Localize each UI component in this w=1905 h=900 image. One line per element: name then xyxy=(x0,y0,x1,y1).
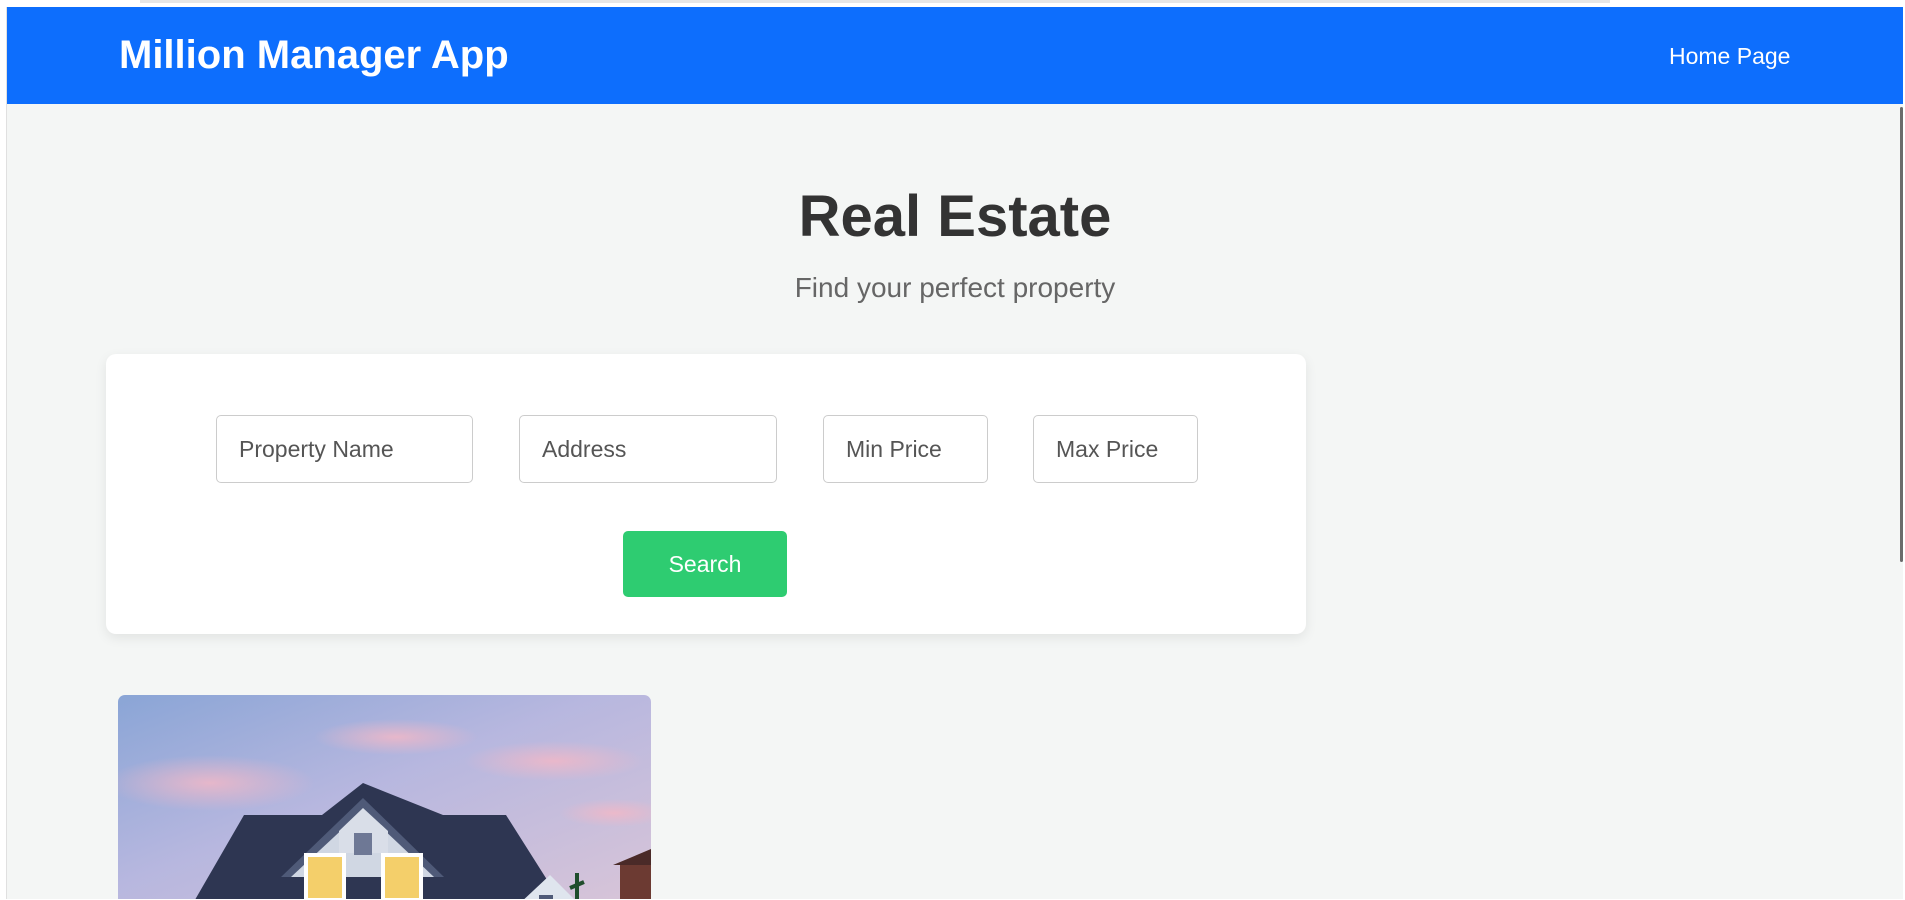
house-photo-icon[interactable] xyxy=(118,695,651,899)
navbar: Million Manager App Home Page xyxy=(7,7,1903,104)
property-name-input[interactable] xyxy=(216,415,473,483)
page-viewport: Million Manager App Home Page Real Estat… xyxy=(6,7,1903,899)
address-input[interactable] xyxy=(519,415,777,483)
max-price-input[interactable] xyxy=(1033,415,1198,483)
page-title: Real Estate xyxy=(798,184,1112,249)
page-subtitle: Find your perfect property xyxy=(794,272,1116,303)
search-filter-card: Search xyxy=(106,354,1306,634)
property-card[interactable] xyxy=(118,695,651,899)
brand-title[interactable]: Million Manager App xyxy=(119,33,509,77)
page-scrollbar-thumb[interactable] xyxy=(1900,107,1903,562)
window-top-edge xyxy=(140,0,1610,3)
search-button[interactable]: Search xyxy=(623,531,787,597)
min-price-input[interactable] xyxy=(823,415,988,483)
nav-home-page-link[interactable]: Home Page xyxy=(1669,43,1790,71)
